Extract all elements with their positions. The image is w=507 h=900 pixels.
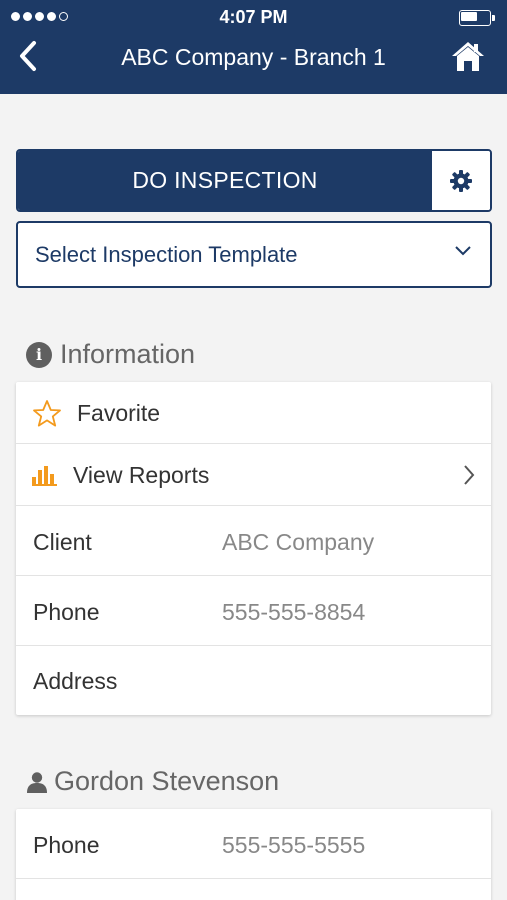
information-section-header: i Information <box>26 339 195 370</box>
inspection-settings-button[interactable] <box>432 151 490 210</box>
field-value[interactable]: 555-555-8854 <box>222 599 365 626</box>
favorite-row[interactable]: Favorite <box>16 382 491 444</box>
field-label: Phone <box>33 599 100 625</box>
contact-phone-row[interactable]: Phone 555-555-5555 <box>16 809 491 879</box>
home-icon <box>452 42 484 71</box>
bar-chart-icon <box>32 466 57 486</box>
navigation-bar: 4:07 PM ABC Company - Branch 1 <box>0 0 507 94</box>
person-icon <box>27 771 47 793</box>
chevron-left-icon <box>20 41 36 71</box>
back-button[interactable] <box>18 40 50 72</box>
information-card: Favorite View Reports Client ABC Company… <box>16 382 491 715</box>
chevron-right-icon <box>464 465 475 485</box>
field-label: Phone <box>33 832 100 858</box>
home-button[interactable] <box>451 39 485 73</box>
field-value: ABC Company <box>222 529 375 555</box>
do-inspection-button[interactable]: DO INSPECTION <box>18 151 432 210</box>
info-icon: i <box>26 341 52 368</box>
inspection-template-select[interactable]: Select Inspection Template <box>16 221 492 288</box>
address-row[interactable]: Address <box>16 646 491 715</box>
status-time: 4:07 PM <box>219 7 288 27</box>
information-heading: Information <box>60 339 196 369</box>
field-label: Address <box>33 668 118 694</box>
inspection-template-select-label: Select Inspection Template <box>35 241 298 267</box>
contact-name: Gordon Stevenson <box>54 766 280 796</box>
client-row: Client ABC Company <box>16 506 491 576</box>
phone-row[interactable]: Phone 555-555-8854 <box>16 576 491 646</box>
star-icon[interactable] <box>32 399 62 428</box>
view-reports-row[interactable]: View Reports <box>16 444 491 506</box>
view-reports-label: View Reports <box>73 462 210 488</box>
contact-next-row <box>16 879 491 900</box>
status-bar: 4:07 PM <box>0 0 507 36</box>
favorite-label: Favorite <box>77 400 161 426</box>
contact-section-header: Gordon Stevenson <box>26 766 279 797</box>
battery-icon <box>459 10 495 26</box>
field-label: Client <box>33 529 92 555</box>
gear-icon <box>450 169 472 192</box>
inspection-action-group: DO INSPECTION <box>16 149 492 212</box>
contact-card: Phone 555-555-5555 <box>16 809 491 900</box>
page-title: ABC Company - Branch 1 <box>121 44 386 70</box>
field-value[interactable]: 555-555-5555 <box>222 832 365 859</box>
chevron-down-icon <box>455 246 471 256</box>
